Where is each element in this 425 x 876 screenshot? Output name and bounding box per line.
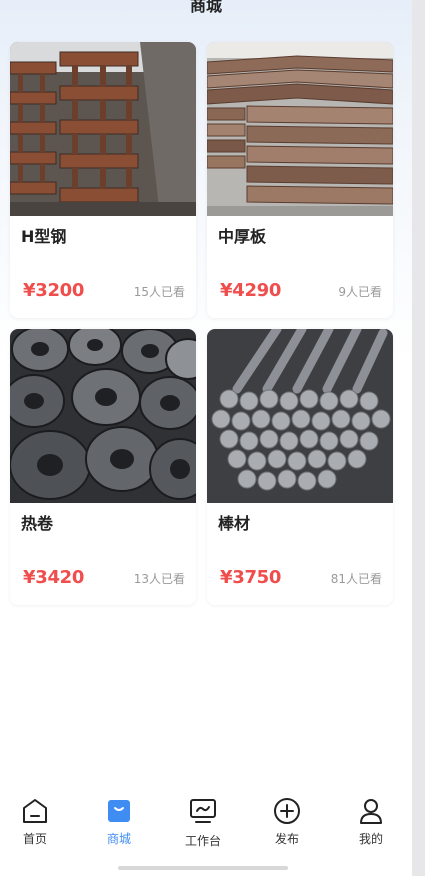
shop-page: 商城 H型钢 ¥3200 15人已看 中厚板 ¥4290 9人已看 热卷 ¥34… — [0, 0, 412, 876]
product-card-steel-bar[interactable]: 棒材 ¥3750 81人已看 — [207, 329, 393, 605]
monitor-icon — [190, 799, 216, 823]
tab-publish[interactable]: 发布 — [246, 796, 328, 847]
product-views: 81人已看 — [330, 572, 382, 586]
scrollbar[interactable] — [412, 0, 425, 876]
product-views: 13人已看 — [133, 572, 185, 586]
product-name: 中厚板 — [218, 227, 267, 246]
page-title: 商城 — [189, 0, 222, 15]
tab-workbench[interactable]: 工作台 — [162, 796, 244, 849]
product-views: 9人已看 — [338, 285, 382, 299]
product-name: 热卷 — [21, 514, 54, 533]
steel-plate-photo — [207, 42, 393, 216]
hot-rolled-coil-photo — [10, 329, 196, 503]
product-card-h-beam[interactable]: H型钢 ¥3200 15人已看 — [10, 42, 196, 318]
product-name: H型钢 — [21, 227, 67, 246]
product-price: ¥3420 — [23, 567, 85, 588]
plus-circle-icon — [274, 798, 300, 824]
steel-bar-photo — [207, 329, 393, 503]
product-views: 15人已看 — [133, 285, 185, 299]
shop-bag-icon — [108, 800, 130, 822]
product-price: ¥3750 — [220, 567, 282, 588]
h-beam-steel-photo — [10, 42, 196, 216]
product-name: 棒材 — [218, 514, 251, 533]
tab-home-label: 首页 — [22, 832, 47, 846]
tab-workbench-label: 工作台 — [184, 834, 221, 848]
home-icon — [23, 799, 47, 823]
tab-mine-label: 我的 — [358, 832, 383, 846]
product-card-steel-plate[interactable]: 中厚板 ¥4290 9人已看 — [207, 42, 393, 318]
product-price: ¥4290 — [220, 280, 282, 301]
bottom-tab-bar: 首页 商城 工作台 发布 我的 — [0, 790, 412, 876]
tab-publish-label: 发布 — [274, 832, 299, 846]
tab-mine[interactable]: 我的 — [330, 796, 412, 847]
product-price: ¥3200 — [23, 280, 85, 301]
tab-shop[interactable]: 商城 — [78, 796, 160, 847]
tab-home[interactable]: 首页 — [0, 796, 76, 847]
user-icon — [360, 799, 382, 824]
tab-shop-label: 商城 — [106, 832, 131, 846]
product-grid: H型钢 ¥3200 15人已看 中厚板 ¥4290 9人已看 热卷 ¥3420 … — [10, 42, 393, 605]
home-indicator — [118, 866, 288, 870]
product-card-hot-rolled-coil[interactable]: 热卷 ¥3420 13人已看 — [10, 329, 196, 605]
